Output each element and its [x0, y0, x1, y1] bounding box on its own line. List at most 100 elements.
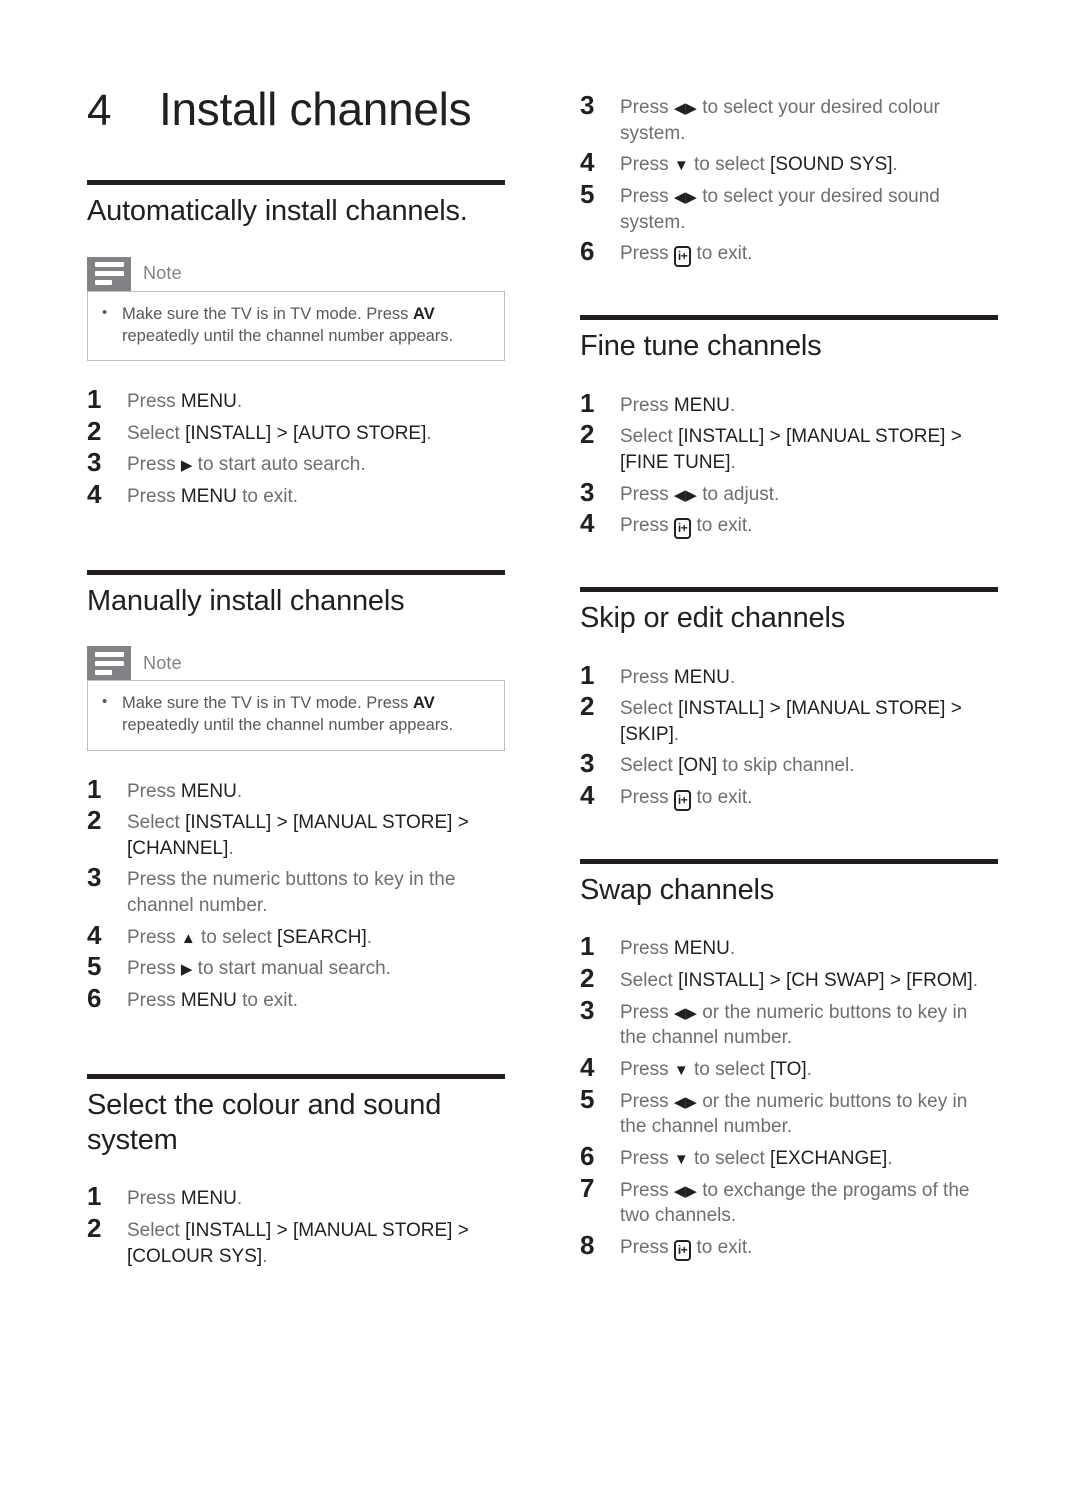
- arrow-icon: ▶: [180, 961, 193, 979]
- arrow-icon: ▼: [673, 157, 689, 175]
- section-rule: [87, 569, 505, 575]
- step-number: 5: [580, 178, 595, 209]
- step-number: 4: [580, 147, 595, 178]
- step-number: 4: [87, 919, 102, 950]
- arrow-icon: ◀▶: [673, 486, 697, 504]
- steps-list-continued: 3 Press ◀▶ to select your desired colour …: [580, 90, 998, 268]
- list-item: 2 Select [INSTALL] > [MANUAL STORE] > [SK…: [580, 692, 998, 747]
- step-number: 3: [87, 862, 102, 893]
- list-item: 1 Press MENU.: [580, 387, 998, 419]
- bullet-icon: •: [102, 303, 108, 321]
- steps-list: 1 Press MENU. 2 Select [INSTALL] > [MANUAL…: [87, 1182, 505, 1269]
- list-item: 3 Press ◀▶ to adjust.: [580, 477, 998, 508]
- note-label: Note: [143, 652, 182, 673]
- section-swap-channels: Swap channels 1 Press MENU. 2 Select [INST…: [580, 859, 998, 1261]
- section-rule: [580, 859, 998, 865]
- step-number: 2: [87, 415, 102, 446]
- step-text: Press MENU.: [620, 938, 736, 960]
- step-text: Press i+ to exit.: [620, 781, 752, 812]
- list-item: 3 Press the numeric buttons to key in the…: [87, 863, 505, 918]
- list-item: 6 Press ▼ to select [EXCHANGE].: [580, 1140, 998, 1172]
- list-item: 6 Press MENU to exit.: [87, 983, 505, 1014]
- note-box: Note • Make sure the TV is in TV mode. P…: [87, 646, 505, 751]
- step-number: 6: [87, 983, 102, 1014]
- step-text: Press ▼ to select [TO].: [620, 1059, 812, 1081]
- step-number: 4: [580, 1052, 595, 1083]
- step-number: 1: [87, 384, 102, 415]
- list-item: 1 Press MENU.: [580, 659, 998, 691]
- step-text: Press ◀▶ or the numeric buttons to key i…: [620, 1001, 968, 1049]
- step-text: Press ◀▶ to select your desired sound sy…: [620, 185, 940, 233]
- step-text: Press ▼ to select [EXCHANGE].: [620, 1147, 893, 1169]
- note-box: Note • Make sure the TV is in TV mode. P…: [87, 256, 505, 362]
- info-plus-key-icon: i+: [673, 1239, 692, 1261]
- step-number: 1: [580, 387, 595, 418]
- info-plus-key-icon: i+: [673, 518, 692, 540]
- step-text: Select [INSTALL] > [CH SWAP] > [FROM].: [620, 970, 978, 992]
- arrow-icon: ▼: [673, 1150, 689, 1168]
- list-item: 4 Press ▼ to select [TO].: [580, 1052, 998, 1083]
- list-item: 5 Press ◀▶ to select your desired sound s…: [580, 178, 998, 235]
- chapter-number: 4: [87, 86, 112, 135]
- step-number: 2: [580, 963, 595, 994]
- section-rule: [580, 587, 998, 593]
- list-item: 2 Select [INSTALL] > [AUTO STORE].: [87, 415, 505, 447]
- section-fine-tune-channels: Fine tune channels 1 Press MENU. 2 Select …: [580, 315, 998, 540]
- list-item: 4 Press i+ to exit.: [580, 509, 998, 540]
- step-text: Press ◀▶ to select your desired colour s…: [620, 97, 940, 144]
- step-text: Select [INSTALL] > [MANUAL STORE] > [CHA…: [127, 812, 469, 859]
- steps-list: 1 Press MENU. 2 Select [INSTALL] > [MANUAL…: [580, 659, 998, 812]
- list-item: 4 Press MENU to exit.: [87, 479, 505, 510]
- step-text: Press ▼ to select [SOUND SYS].: [620, 154, 898, 176]
- note-text: Make sure the TV is in TV mode. Press AV…: [122, 694, 454, 735]
- step-text: Select [INSTALL] > [MANUAL STORE] > [COL…: [127, 1220, 469, 1267]
- step-text: Press ▶ to start auto search.: [127, 454, 366, 476]
- list-item: 5 Press ◀▶ or the numeric buttons to key …: [580, 1083, 998, 1140]
- list-item: 3 Press ◀▶ to select your desired colour …: [580, 90, 998, 146]
- step-text: Press ▶ to start manual search.: [127, 958, 391, 980]
- step-text: Press i+ to exit.: [620, 237, 752, 268]
- step-text: Select [INSTALL] > [MANUAL STORE] > [SKI…: [620, 698, 962, 745]
- section-rule: [87, 180, 505, 186]
- list-item: 3 Press ▶ to start auto search.: [87, 448, 505, 478]
- list-item: 4 Press i+ to exit.: [580, 780, 998, 812]
- section-rule: [87, 1073, 505, 1079]
- section-title: Fine tune channels: [580, 330, 822, 363]
- note-label: Note: [143, 263, 182, 284]
- step-text: Press ◀▶ to adjust.: [620, 483, 780, 505]
- section-rule: [580, 315, 998, 321]
- step-number: 6: [580, 1140, 595, 1171]
- chapter-heading: 4 Install channels: [87, 85, 505, 134]
- section-select-colour-and-sound-system: Select the colour and sound system 1 Pres…: [87, 1073, 505, 1270]
- list-item: 3 Press ◀▶ or the numeric buttons to key …: [580, 994, 998, 1051]
- arrow-icon: ◀▶: [673, 1093, 697, 1111]
- steps-list: 1 Press MENU. 2 Select [INSTALL] > [MANUAL…: [580, 387, 998, 540]
- note-header: Note: [87, 646, 505, 681]
- right-column: 3 Press ◀▶ to select your desired colour …: [580, 85, 998, 1509]
- list-item: 2 Select [INSTALL] > [CH SWAP] > [FROM].: [580, 963, 998, 994]
- list-item: 1 Press MENU.: [87, 384, 505, 415]
- note-body: • Make sure the TV is in TV mode. Press …: [87, 680, 505, 751]
- step-text: Press i+ to exit.: [620, 509, 752, 540]
- step-number: 2: [580, 691, 595, 722]
- note-item: • Make sure the TV is in TV mode. Press …: [102, 303, 490, 348]
- step-number: 1: [580, 659, 595, 690]
- step-number: 1: [580, 931, 595, 962]
- step-number: 5: [87, 951, 102, 982]
- note-header: Note: [87, 256, 505, 291]
- step-number: 5: [580, 1083, 595, 1114]
- section-manually-install-channels: Manually install channels Note • Make su…: [87, 569, 505, 1014]
- step-number: 3: [580, 994, 595, 1025]
- step-number: 1: [87, 1181, 102, 1212]
- note-body: • Make sure the TV is in TV mode. Press …: [87, 290, 505, 362]
- list-item: 3 Select [ON] to skip channel.: [580, 749, 998, 779]
- step-number: 7: [580, 1172, 595, 1203]
- info-plus-key-icon: i+: [673, 246, 692, 268]
- arrow-icon: ◀▶: [673, 188, 697, 206]
- step-number: 2: [87, 1213, 102, 1244]
- step-text: Press MENU.: [127, 391, 243, 413]
